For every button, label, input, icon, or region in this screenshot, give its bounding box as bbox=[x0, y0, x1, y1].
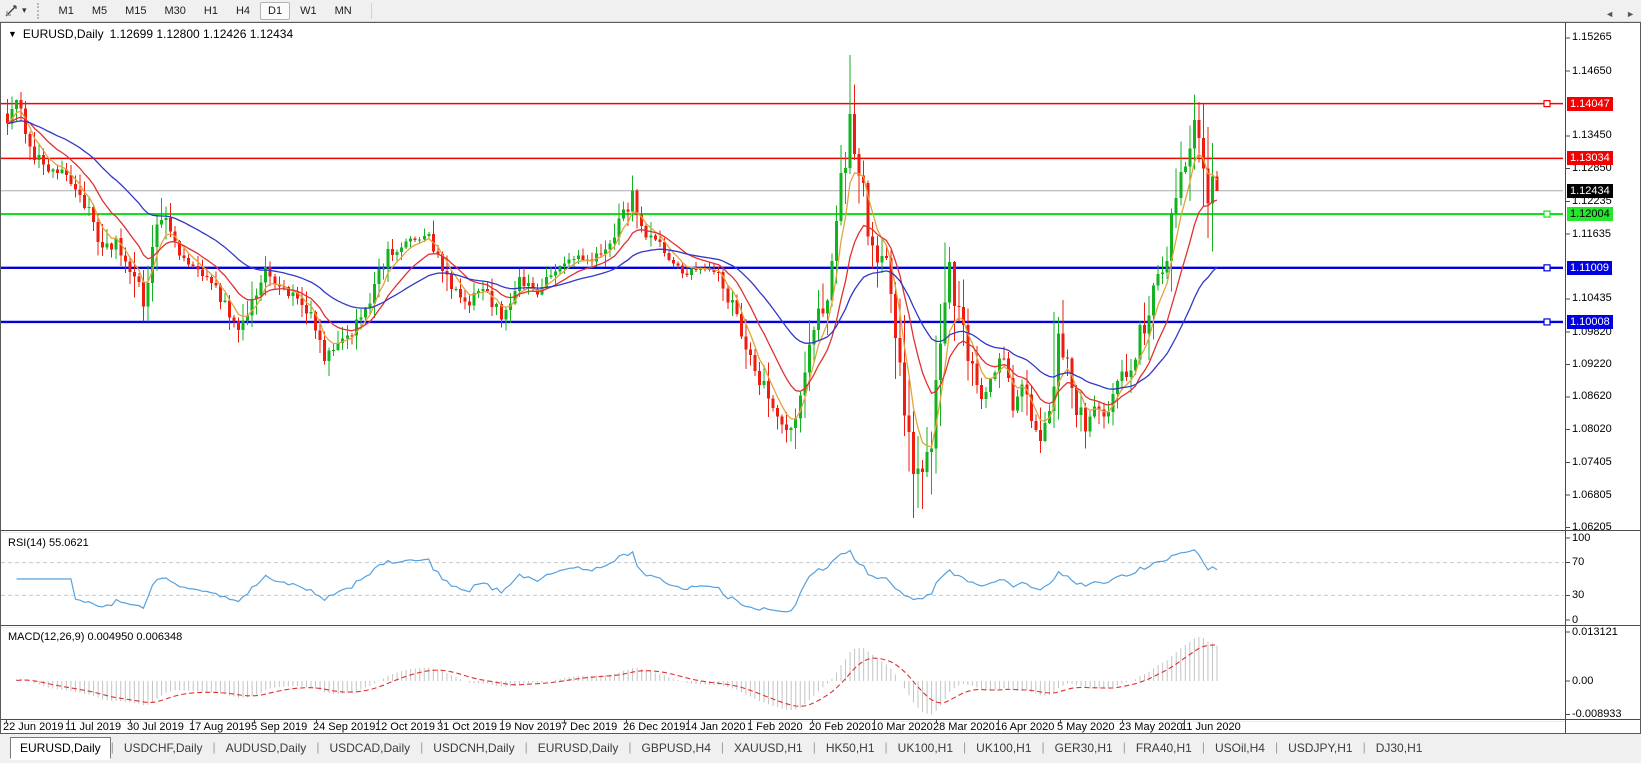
timeframe-button-m5[interactable]: M5 bbox=[84, 2, 115, 20]
price-axis-tick-label: 1.11635 bbox=[1572, 228, 1611, 241]
chart-tab-usdcad-daily[interactable]: USDCAD,Daily bbox=[319, 737, 420, 759]
chevron-down-icon: ▾ bbox=[22, 5, 27, 16]
chart-tab-audusd-daily[interactable]: AUDUSD,Daily bbox=[216, 737, 317, 759]
time-axis-label: 31 Oct 2019 bbox=[437, 721, 497, 733]
timeframe-button-h1[interactable]: H1 bbox=[196, 2, 226, 20]
price-axis-tick-label: 1.08620 bbox=[1572, 390, 1612, 403]
timeframe-button-d1[interactable]: D1 bbox=[260, 2, 290, 20]
timeframe-button-h4[interactable]: H4 bbox=[228, 2, 258, 20]
price-line-badge: 1.14047 bbox=[1567, 97, 1613, 111]
time-axis-label: 16 Apr 2020 bbox=[995, 721, 1054, 733]
price-line-badge: 1.13034 bbox=[1567, 151, 1613, 165]
trading-terminal-window: ▾ M1M5M15M30H1H4D1W1MN ▼ EURUSD,Daily 1.… bbox=[0, 0, 1641, 763]
price-line-badge: 1.11009 bbox=[1567, 261, 1612, 275]
chart-tab-usoil-h4[interactable]: USOil,H4 bbox=[1205, 737, 1275, 759]
time-axis-label: 5 May 2020 bbox=[1057, 721, 1114, 733]
chart-tab-uk100-h1[interactable]: UK100,H1 bbox=[888, 737, 963, 759]
tab-scroll-right-icon[interactable]: ► bbox=[1626, 9, 1635, 19]
macd-axis-tick-label: 0.00 bbox=[1572, 675, 1593, 688]
time-axis-label: 17 Aug 2019 bbox=[189, 721, 251, 733]
toolbar-separator bbox=[371, 3, 372, 19]
price-axis-tick-label: 1.14650 bbox=[1572, 65, 1612, 78]
price-axis-tick-label: 1.15265 bbox=[1572, 31, 1612, 44]
chart-tab-hk50-h1[interactable]: HK50,H1 bbox=[816, 737, 885, 759]
chart-tab-dj30-h1[interactable]: DJ30,H1 bbox=[1366, 737, 1433, 759]
rsi-axis-tick-label: 100 bbox=[1572, 532, 1590, 545]
tab-scroll-left-icon[interactable]: ◄ bbox=[1605, 9, 1614, 19]
time-axis-label: 24 Sep 2019 bbox=[313, 721, 375, 733]
chart-tab-usdcnh-daily[interactable]: USDCNH,Daily bbox=[423, 737, 524, 759]
time-axis-label: 5 Sep 2019 bbox=[251, 721, 307, 733]
timeframe-button-m15[interactable]: M15 bbox=[117, 2, 154, 20]
chart-tab-usdjpy-h1[interactable]: USDJPY,H1 bbox=[1278, 737, 1362, 759]
price-axis-tick-label: 1.08020 bbox=[1572, 423, 1612, 436]
collapse-chart-icon[interactable]: ▼ bbox=[8, 29, 17, 39]
chart-tab-gbpusd-h4[interactable]: GBPUSD,H4 bbox=[632, 737, 721, 759]
time-axis-label: 14 Jan 2020 bbox=[685, 721, 746, 733]
rsi-label: RSI(14) 55.0621 bbox=[8, 537, 89, 549]
chart-tab-ger30-h1[interactable]: GER30,H1 bbox=[1045, 737, 1123, 759]
chart-title: ▼ EURUSD,Daily 1.12699 1.12800 1.12426 1… bbox=[8, 27, 293, 41]
rsi-axis-tick-label: 70 bbox=[1572, 556, 1584, 569]
chart-symbol-label: EURUSD,Daily bbox=[23, 27, 104, 41]
time-axis-label: 22 Jun 2019 bbox=[3, 721, 64, 733]
top-toolbar: ▾ M1M5M15M30H1H4D1W1MN bbox=[0, 0, 1641, 22]
macd-axis-tick-label: -0.008933 bbox=[1572, 708, 1622, 721]
timeframe-button-m30[interactable]: M30 bbox=[157, 2, 194, 20]
time-axis-label: 30 Jul 2019 bbox=[127, 721, 184, 733]
rsi-axis-tick-label: 30 bbox=[1572, 589, 1584, 602]
chart-tab-uk100-h1[interactable]: UK100,H1 bbox=[966, 737, 1041, 759]
macd-axis-tick-label: 0.013121 bbox=[1572, 626, 1618, 639]
time-axis-label: 19 Nov 2019 bbox=[499, 721, 561, 733]
timeframe-button-group: M1M5M15M30H1H4D1W1MN bbox=[50, 2, 361, 20]
price-axis-tick-label: 1.09220 bbox=[1572, 358, 1612, 371]
price-line-badge: 1.12434 bbox=[1567, 184, 1613, 198]
price-axis-tick-label: 1.13450 bbox=[1572, 129, 1612, 142]
toolbar-grip bbox=[37, 3, 43, 19]
macd-label: MACD(12,26,9) 0.004950 0.006348 bbox=[8, 631, 182, 643]
time-axis-label: 11 Jul 2019 bbox=[65, 721, 121, 733]
chart-canvas[interactable] bbox=[0, 22, 1641, 734]
price-axis-tick-label: 1.07405 bbox=[1572, 456, 1612, 469]
chart-tab-fra40-h1[interactable]: FRA40,H1 bbox=[1126, 737, 1202, 759]
tab-scroll-controls: ◄ ► bbox=[1605, 9, 1635, 19]
time-axis-label: 20 Feb 2020 bbox=[809, 721, 871, 733]
chart-tab-usdchf-daily[interactable]: USDCHF,Daily bbox=[114, 737, 213, 759]
time-axis-label: 26 Dec 2019 bbox=[623, 721, 685, 733]
price-axis-tick-label: 1.06805 bbox=[1572, 489, 1612, 502]
time-axis-label: 28 Mar 2020 bbox=[933, 721, 995, 733]
price-line-badge: 1.10008 bbox=[1567, 315, 1613, 329]
time-axis-label: 1 Feb 2020 bbox=[747, 721, 803, 733]
price-axis-tick-label: 1.10435 bbox=[1572, 292, 1612, 305]
timeframe-button-mn[interactable]: MN bbox=[327, 2, 360, 20]
crosshair-tool-icon bbox=[4, 3, 19, 18]
chart-ohlc-values: 1.12699 1.12800 1.12426 1.12434 bbox=[110, 27, 294, 41]
time-axis-label: 11 Jun 2020 bbox=[1181, 721, 1241, 733]
time-axis-label: 12 Oct 2019 bbox=[375, 721, 435, 733]
time-axis-label: 23 May 2020 bbox=[1119, 721, 1183, 733]
chart-tab-eurusd-daily[interactable]: EURUSD,Daily bbox=[528, 737, 629, 759]
price-line-badge: 1.12004 bbox=[1567, 207, 1613, 221]
timeframe-button-m1[interactable]: M1 bbox=[51, 2, 82, 20]
chart-tab-xauusd-h1[interactable]: XAUUSD,H1 bbox=[724, 737, 813, 759]
chart-tab-eurusd-daily[interactable]: EURUSD,Daily bbox=[10, 737, 111, 759]
time-axis-label: 10 Mar 2020 bbox=[871, 721, 933, 733]
time-axis-label: 7 Dec 2019 bbox=[561, 721, 617, 733]
cursor-tool-button[interactable]: ▾ bbox=[0, 3, 31, 18]
timeframe-button-w1[interactable]: W1 bbox=[292, 2, 325, 20]
chart-tab-bar: EURUSD,Daily|USDCHF,Daily|AUDUSD,Daily|U… bbox=[0, 734, 1641, 763]
